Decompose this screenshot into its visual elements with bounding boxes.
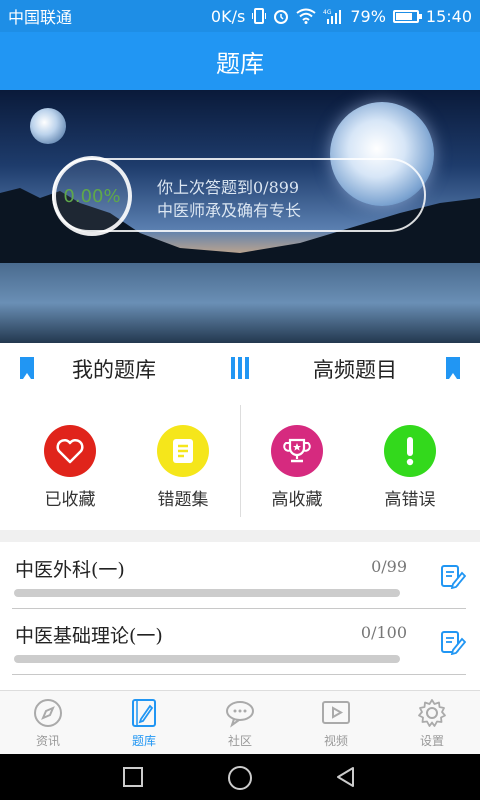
battery-percent: 79% [350,6,386,26]
tab-news[interactable]: 资讯 [0,691,96,754]
lake-reflection [0,263,480,343]
home-button[interactable] [227,765,253,791]
feature-divider [240,405,241,517]
course-item[interactable]: 中医基础理论(一) 0/100 [0,609,480,675]
vibrate-icon [252,8,267,24]
course-title: 中医基础理论(一) [15,625,163,647]
switch-bars-icon[interactable] [231,357,249,379]
tab-community[interactable]: 社区 [192,691,288,754]
video-icon [322,701,350,724]
last-answer-text: 你上次答题到0/899 中医师承及确有专长 [157,176,301,222]
tab-label: 社区 [227,734,252,748]
my-question-bank-tab[interactable]: 我的题库 [72,354,156,384]
heart-icon [44,425,96,477]
high-errors-label: 高错误 [384,490,436,510]
high-errors-button[interactable]: 高错误 [360,425,460,510]
trophy-icon [271,425,323,477]
progress-ring: 0.00% [52,156,132,236]
tab-label: 设置 [419,734,444,748]
tab-settings[interactable]: 设置 [384,691,480,754]
course-progress-count: 0/100 [360,623,407,642]
back-button[interactable] [335,766,357,788]
gear-icon [418,699,446,727]
signal-icon: 4G [323,9,342,24]
exclamation-icon [384,425,436,477]
favorites-label: 已收藏 [44,490,96,510]
carrier-name: 中国联通 [8,8,73,27]
wifi-icon [296,8,316,24]
svg-text:4G: 4G [323,9,332,16]
small-moon-image [30,108,66,144]
course-item[interactable]: 中医外科(一) 0/99 [0,543,480,609]
chat-icon [226,701,254,728]
notes-icon [157,425,209,477]
row-divider [12,674,466,675]
last-answer-line: 你上次答题到0/899 [157,178,300,197]
bookmark-right-icon [446,357,460,379]
high-favorites-label: 高收藏 [271,490,323,510]
bottom-tab-bar: 资讯 题库 社区 视频 设置 [0,690,480,754]
recent-apps-button[interactable] [122,766,144,788]
high-favorites-button[interactable]: 高收藏 [247,425,347,510]
course-progress-bar [14,589,400,597]
page-header: 题库 [0,32,480,90]
alarm-icon [274,10,289,24]
tab-label: 视频 [323,734,348,748]
favorites-button[interactable]: 已收藏 [20,425,120,510]
wrong-questions-label: 错题集 [157,490,209,510]
tab-label: 资讯 [35,734,60,748]
course-progress-count: 0/99 [371,557,407,576]
edit-icon[interactable] [440,563,466,589]
page-title: 题库 [216,49,264,78]
bookmark-left-icon [20,357,34,379]
tab-video[interactable]: 视频 [288,691,384,754]
high-frequency-tab[interactable]: 高频题目 [313,354,397,384]
tab-question-bank[interactable]: 题库 [96,691,192,754]
exam-name: 中医师承及确有专长 [157,201,302,220]
clock: 15:40 [425,6,472,26]
compass-icon [34,699,62,727]
battery-icon [392,9,422,23]
network-speed: 0K/s [210,6,246,26]
edit-icon[interactable] [440,629,466,655]
status-bar: 中国联通 0K/s 4G 79% 15:40 [0,0,480,32]
edit-book-icon [132,699,156,727]
course-progress-bar [14,655,400,663]
section-gap [0,530,480,542]
course-title: 中医外科(一) [15,559,125,581]
system-nav-bar [0,754,480,800]
progress-percent: 0.00% [63,185,121,207]
wrong-questions-button[interactable]: 错题集 [133,425,233,510]
tab-label: 题库 [131,734,156,748]
